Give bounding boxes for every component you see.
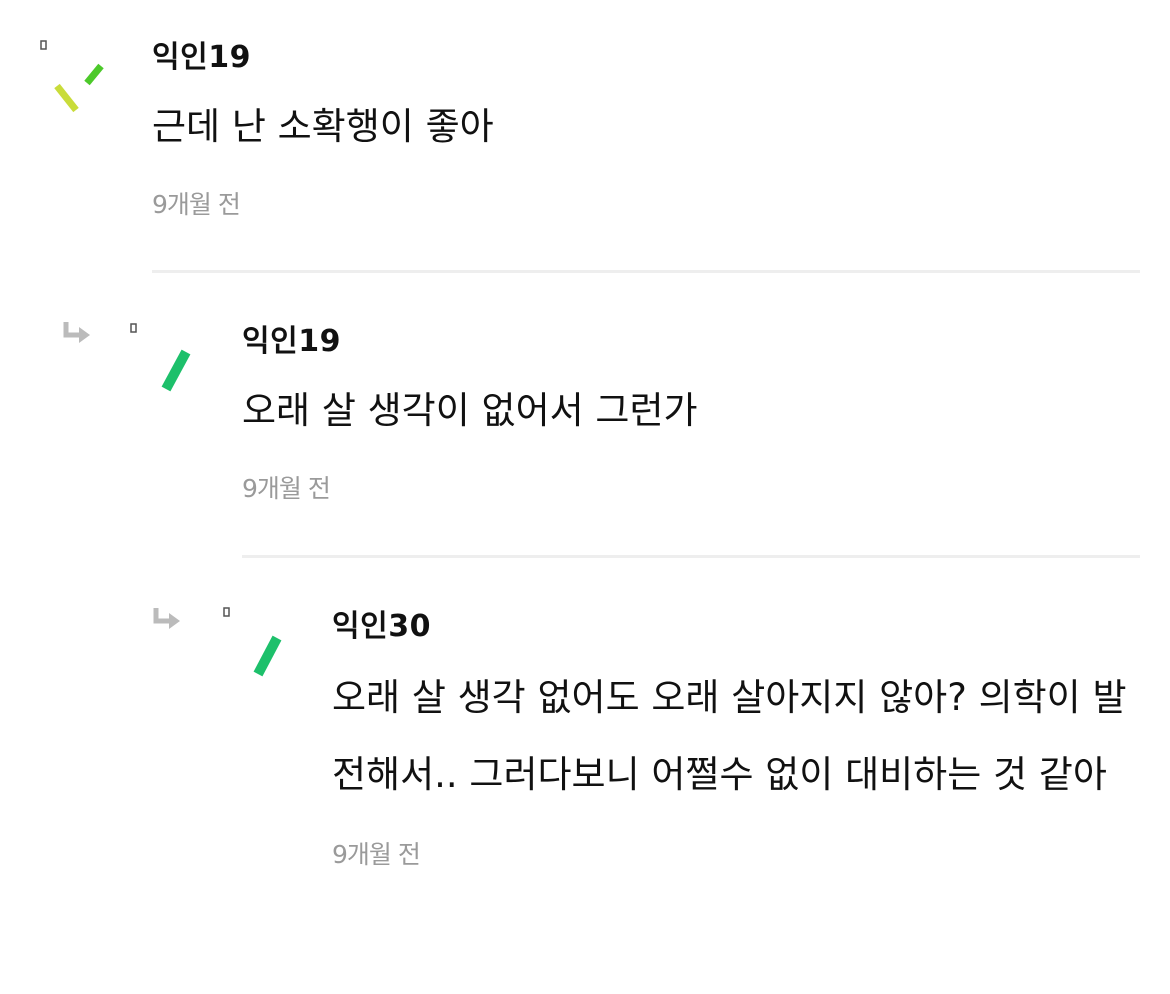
comment-timestamp: 9개월 전	[332, 840, 421, 869]
avatar[interactable]	[30, 36, 140, 126]
comment-timestamp: 9개월 전	[242, 474, 331, 503]
comment-reply: 익인30 오래 살 생각 없어도 오래 살아지지 않아? 의학이 발전해서.. …	[332, 607, 1140, 873]
avatar[interactable]	[210, 603, 320, 693]
broken-image-avatar-icon	[40, 40, 104, 113]
avatar[interactable]	[120, 318, 230, 408]
comment: 익인19 근데 난 소확행이 좋아 9개월 전	[152, 38, 1140, 223]
comment-divider	[242, 555, 1140, 558]
comment-text: 오래 살 생각이 없어서 그런가	[242, 389, 698, 432]
comment-author[interactable]: 익인30	[332, 607, 1140, 647]
reply-arrow-icon	[153, 606, 183, 630]
comment-author[interactable]: 익인19	[152, 38, 1140, 78]
comment-divider	[152, 270, 1140, 273]
comment-timestamp: 9개월 전	[152, 190, 241, 219]
comment-text: 근데 난 소확행이 좋아	[152, 105, 494, 148]
broken-image-avatar-icon	[130, 323, 191, 392]
reply-arrow-icon	[63, 320, 93, 344]
broken-image-avatar-icon	[223, 607, 282, 677]
comment-text: 오래 살 생각 없어도 오래 살아지지 않아? 의학이 발전해서.. 그러다보니…	[332, 676, 1127, 796]
comment-reply: 익인19 오래 살 생각이 없어서 그런가 9개월 전	[242, 322, 1140, 507]
comment-author[interactable]: 익인19	[242, 322, 1140, 362]
